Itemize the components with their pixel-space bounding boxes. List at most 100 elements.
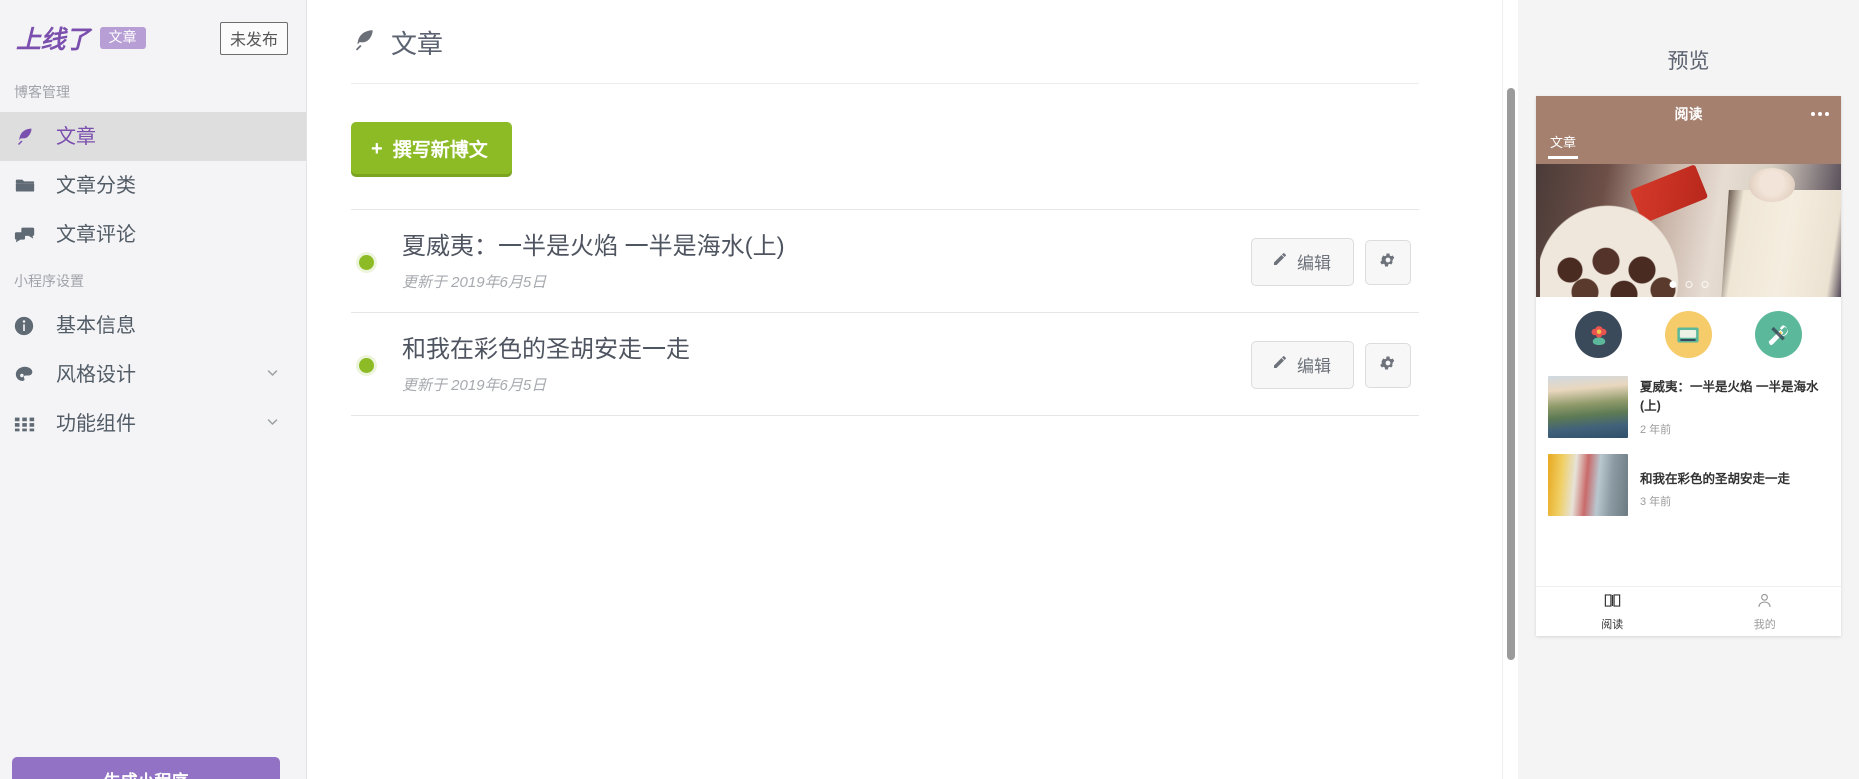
- book-icon: [1603, 591, 1622, 613]
- phone-tab-articles[interactable]: 文章: [1547, 132, 1579, 159]
- sidebar-brand-row: 上线了 文章 未发布: [0, 0, 306, 70]
- banner-book-decor: [1721, 190, 1841, 297]
- banner-cup-decor: [1749, 168, 1795, 202]
- nav-group-title-miniapp: 小程序设置: [14, 273, 84, 289]
- comments-icon: [14, 224, 40, 246]
- table-row[interactable]: 夏威夷：一半是火焰 一半是海水(上) 更新于 2019年6月5日 编辑: [351, 209, 1419, 312]
- gear-icon: [1379, 251, 1397, 274]
- carousel-dot[interactable]: [1701, 281, 1708, 288]
- tabbar-item-label: 我的: [1753, 619, 1776, 631]
- palette-icon: [14, 364, 40, 386]
- settings-button[interactable]: [1365, 342, 1411, 388]
- chevron-down-icon[interactable]: [265, 414, 280, 433]
- sidebar-item-basic-info[interactable]: 基本信息: [0, 301, 306, 350]
- gear-icon: [1379, 354, 1397, 377]
- sidebar-item-label: 文章分类: [56, 174, 136, 197]
- list-item[interactable]: 夏威夷：一半是火焰 一半是海水(上) 2 年前: [1544, 370, 1833, 448]
- sidebar-item-style-design[interactable]: 风格设计: [0, 350, 306, 399]
- new-post-button-label: 撰写新博文: [392, 140, 488, 161]
- pencil-icon: [1272, 251, 1288, 272]
- edit-button[interactable]: 编辑: [1251, 238, 1354, 286]
- table-row[interactable]: 和我在彩色的圣胡安走一走 更新于 2019年6月5日 编辑: [351, 312, 1419, 416]
- list-item[interactable]: 和我在彩色的圣胡安走一走 3 年前: [1544, 448, 1833, 526]
- phone-tabs: 文章: [1536, 132, 1841, 164]
- status-badge: [359, 357, 374, 373]
- article-time: 3 年前: [1640, 496, 1672, 509]
- article-thumbnail: [1548, 376, 1628, 438]
- plus-icon: +: [371, 137, 383, 160]
- sidebar-item-categories[interactable]: 文章分类: [0, 161, 306, 210]
- sidebar-item-articles[interactable]: 文章: [0, 112, 306, 161]
- sidebar-item-label: 文章: [56, 125, 96, 148]
- brand-logo[interactable]: 上线了: [16, 20, 90, 56]
- edit-button-label: 编辑: [1297, 357, 1331, 376]
- tabbar-item-read[interactable]: 阅读: [1536, 587, 1689, 636]
- sidebar-item-label: 风格设计: [56, 363, 136, 386]
- person-icon: [1755, 591, 1774, 613]
- feather-icon: [351, 27, 377, 58]
- post-actions: 编辑: [1251, 238, 1411, 286]
- post-updated-date: 更新于 2019年6月5日: [402, 377, 547, 394]
- settings-button[interactable]: [1365, 239, 1411, 285]
- main-inner: 文章 + 撰写新博文 夏威夷：一半是火焰 一半是海水(上) 更新于 2019年6…: [307, 0, 1487, 416]
- post-meta: 和我在彩色的圣胡安走一走 更新于 2019年6月5日: [402, 335, 1251, 395]
- post-actions: 编辑: [1251, 341, 1411, 389]
- main-content: 文章 + 撰写新博文 夏威夷：一半是火焰 一半是海水(上) 更新于 2019年6…: [307, 0, 1518, 779]
- tv-icon[interactable]: [1664, 311, 1712, 358]
- post-meta: 夏威夷：一半是火焰 一半是海水(上) 更新于 2019年6月5日: [402, 232, 1251, 292]
- sidebar: 上线了 文章 未发布 博客管理 文章 文章分类 文章评论 小程序设置 基本信息 …: [0, 0, 307, 779]
- page-scrollbar[interactable]: [1502, 0, 1518, 779]
- post-list: 夏威夷：一半是火焰 一半是海水(上) 更新于 2019年6月5日 编辑 和我在彩…: [351, 209, 1419, 416]
- phone-article-list: 夏威夷：一半是火焰 一半是海水(上) 2 年前 和我在彩色的圣胡安走一走 3 年…: [1536, 370, 1841, 526]
- tabbar-item-mine[interactable]: 我的: [1689, 587, 1842, 636]
- article-title: 夏威夷：一半是火焰 一半是海水(上): [1640, 380, 1819, 414]
- carousel-dots[interactable]: [1669, 281, 1708, 288]
- edit-button-label: 编辑: [1297, 254, 1331, 273]
- chevron-down-icon[interactable]: [265, 365, 280, 384]
- grid-icon: [14, 413, 40, 435]
- sidebar-item-label: 基本信息: [56, 314, 136, 337]
- sidebar-item-label: 功能组件: [56, 412, 136, 435]
- publish-state-button[interactable]: 未发布: [219, 21, 288, 55]
- page-title: 文章: [391, 29, 444, 59]
- article-title: 和我在彩色的圣胡安走一走: [1640, 472, 1791, 486]
- edit-button[interactable]: 编辑: [1251, 341, 1354, 389]
- phone-status-bar: 阅读: [1536, 96, 1841, 132]
- pencil-icon: [1272, 354, 1288, 375]
- sidebar-item-label: 文章评论: [56, 223, 136, 246]
- phone-bar-title: 阅读: [1674, 106, 1703, 122]
- banner-muffins-decor: [1540, 193, 1690, 297]
- sidebar-item-components[interactable]: 功能组件: [0, 399, 306, 448]
- post-title[interactable]: 夏威夷：一半是火焰 一半是海水(上): [402, 232, 1251, 262]
- tabbar-item-label: 阅读: [1601, 619, 1624, 631]
- carousel-dot[interactable]: [1685, 281, 1692, 288]
- phone-tabbar: 阅读 我的: [1536, 586, 1841, 636]
- article-text: 和我在彩色的圣胡安走一走 3 年前: [1640, 454, 1829, 516]
- new-post-button[interactable]: + 撰写新博文: [351, 122, 512, 177]
- feather-icon: [14, 126, 40, 147]
- brand-tag-badge: 文章: [99, 26, 146, 50]
- generate-miniapp-button[interactable]: 生成小程序: [12, 757, 280, 779]
- app-root: 上线了 文章 未发布 博客管理 文章 文章分类 文章评论 小程序设置 基本信息 …: [0, 0, 1859, 779]
- phone-preview: 阅读 文章 夏威夷：一半是火焰 一半是海水(上) 2 年前 和我在彩色的圣胡安走…: [1536, 96, 1841, 636]
- article-thumbnail: [1548, 454, 1628, 516]
- article-text: 夏威夷：一半是火焰 一半是海水(上) 2 年前: [1640, 376, 1829, 438]
- status-badge: [359, 254, 374, 270]
- page-scrollbar-thumb[interactable]: [1507, 88, 1515, 660]
- tools-icon[interactable]: [1754, 311, 1802, 358]
- article-time: 2 年前: [1640, 423, 1672, 436]
- nav-group-title-blog: 博客管理: [14, 84, 70, 100]
- flower-icon[interactable]: [1575, 311, 1623, 358]
- info-icon: [14, 316, 40, 336]
- phone-banner-carousel[interactable]: [1536, 164, 1841, 297]
- more-options-icon[interactable]: [1811, 112, 1829, 116]
- preview-title: 预览: [1667, 50, 1710, 73]
- carousel-dot[interactable]: [1669, 281, 1676, 288]
- post-title[interactable]: 和我在彩色的圣胡安走一走: [402, 335, 1251, 365]
- post-updated-date: 更新于 2019年6月5日: [402, 274, 547, 291]
- folder-icon: [14, 175, 40, 197]
- sidebar-item-comments[interactable]: 文章评论: [0, 210, 306, 259]
- phone-icon-row: [1536, 297, 1841, 370]
- preview-panel: 预览 阅读 文章 夏威夷：一半是火焰 一半是海水(上) 2 年前 和我在彩色的圣…: [1518, 0, 1859, 779]
- page-header: 文章: [351, 0, 1419, 84]
